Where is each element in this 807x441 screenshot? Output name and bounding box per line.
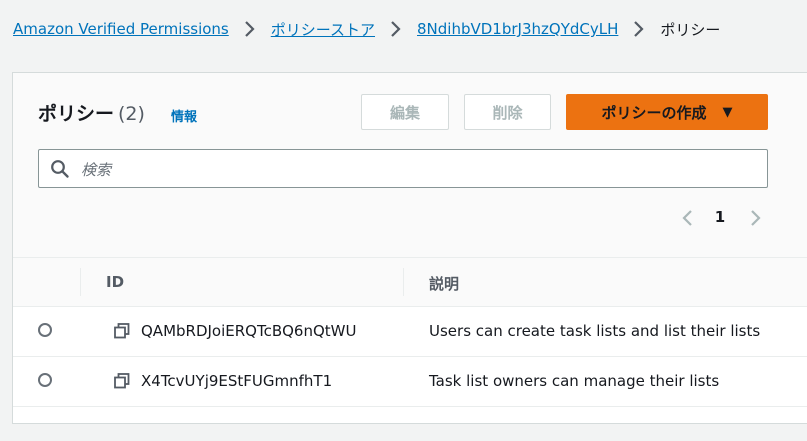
column-header-description[interactable]: 説明: [429, 273, 459, 294]
page-number[interactable]: 1: [713, 208, 727, 226]
row-radio-button[interactable]: [38, 323, 52, 337]
copy-icon[interactable]: [113, 372, 131, 390]
chevron-right-icon[interactable]: [745, 207, 765, 229]
policy-count: (2): [118, 103, 145, 125]
info-link[interactable]: 情報: [171, 106, 197, 125]
search-field[interactable]: [38, 149, 768, 188]
column-divider: [80, 268, 81, 296]
column-header-id[interactable]: ID: [106, 273, 124, 291]
table-header: ID 説明: [13, 258, 807, 307]
chevron-left-icon[interactable]: [678, 207, 698, 229]
policies-panel: ポリシー(2) 情報 編集 削除 ポリシーの作成 ▼ 1: [12, 72, 807, 424]
chevron-right-icon: [387, 18, 405, 40]
policy-description: Users can create task lists and list the…: [429, 322, 761, 340]
copy-icon[interactable]: [113, 322, 131, 340]
caret-down-icon: ▼: [722, 104, 733, 120]
panel-title: ポリシー (2): [38, 99, 145, 126]
create-policy-button[interactable]: ポリシーの作成 ▼: [566, 94, 768, 130]
delete-button[interactable]: 削除: [464, 94, 551, 130]
search-icon: [50, 159, 70, 179]
edit-button[interactable]: 編集: [361, 94, 449, 130]
breadcrumb-link-policy-stores[interactable]: ポリシーストア: [271, 19, 375, 40]
delete-button-label: 削除: [492, 103, 523, 122]
chevron-right-icon: [630, 18, 648, 40]
panel-title-text: ポリシー: [38, 103, 115, 125]
chevron-right-icon: [241, 18, 259, 40]
create-policy-button-label: ポリシーの作成: [601, 103, 707, 122]
edit-button-label: 編集: [389, 103, 420, 122]
table-row[interactable]: QAMbRDJoiERQTcBQ6nQtWU Users can create …: [13, 307, 807, 357]
policy-id: QAMbRDJoiERQTcBQ6nQtWU: [141, 322, 357, 340]
search-input[interactable]: [79, 156, 753, 183]
breadcrumb-link-policy-store-id[interactable]: 8NdihbVD1brJ3hzQYdCyLH: [417, 20, 618, 38]
panel-header: ポリシー(2) 情報 編集 削除 ポリシーの作成 ▼ 1: [13, 73, 807, 258]
breadcrumb-link-verified-permissions[interactable]: Amazon Verified Permissions: [13, 20, 229, 38]
row-radio-button[interactable]: [38, 373, 52, 387]
policy-id: X4TcvUYj9EStFUGmnfhT1: [141, 372, 333, 390]
breadcrumb: Amazon Verified Permissions ポリシーストア 8Ndi…: [13, 18, 720, 40]
column-divider: [403, 268, 404, 296]
pagination: 1: [675, 206, 775, 230]
breadcrumb-current: ポリシー: [660, 20, 721, 39]
policy-description: Task list owners can manage their lists: [429, 372, 720, 390]
table-row[interactable]: X4TcvUYj9EStFUGmnfhT1 Task list owners c…: [13, 357, 807, 407]
